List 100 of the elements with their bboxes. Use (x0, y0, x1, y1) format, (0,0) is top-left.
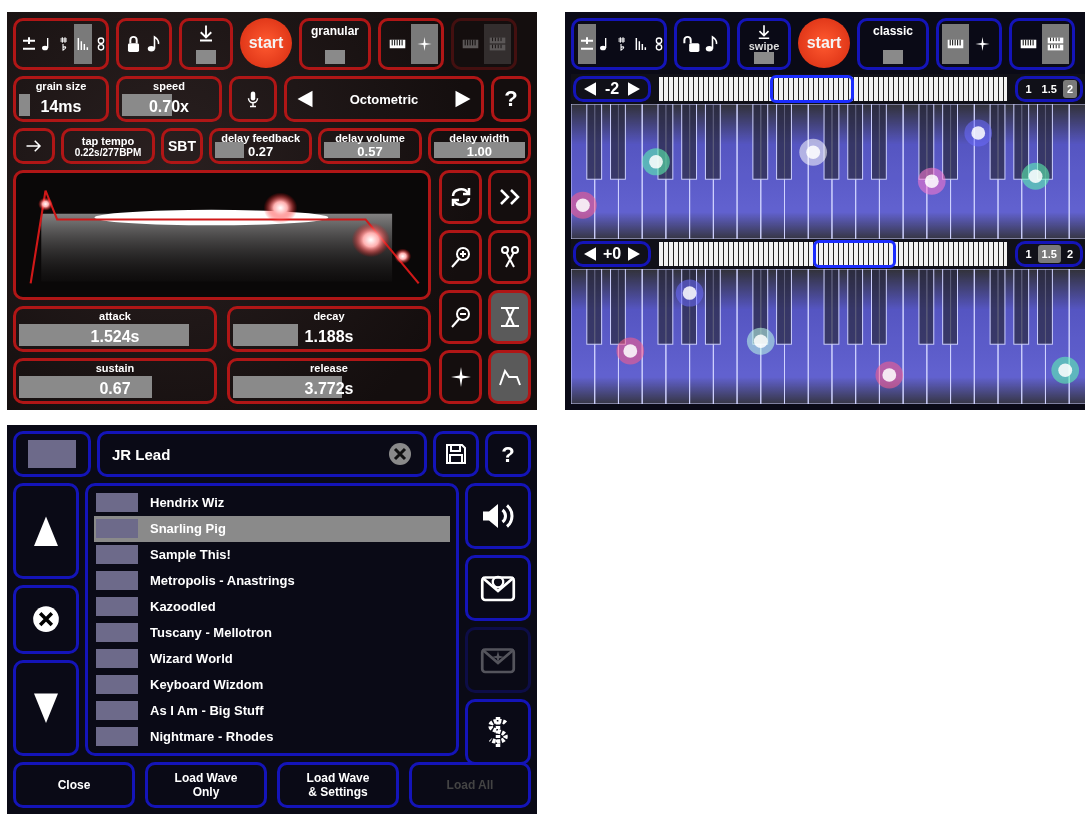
piano-keyboard-drawing[interactable] (571, 104, 1085, 239)
preset-item[interactable]: Sample This! (94, 541, 450, 568)
slider-label: speed (153, 80, 185, 92)
zoom-option[interactable]: 1 (1021, 245, 1036, 263)
save-button[interactable] (433, 431, 479, 477)
thumbnail-placeholder (96, 519, 138, 539)
keyboard-range-slider[interactable] (659, 77, 1008, 101)
help-button[interactable]: ? (491, 76, 531, 122)
left-triangle-icon (295, 88, 315, 110)
tap-tempo-tile[interactable]: tap tempo 0.22s/277BPM (61, 128, 155, 164)
thumbnail-placeholder (96, 648, 138, 668)
slider-value: 0.57 (357, 144, 383, 159)
slider-value: 0.27 (248, 144, 274, 159)
piano-keyboard-drawing[interactable] (571, 269, 1085, 404)
slider-label: sustain (95, 362, 135, 374)
value-slider[interactable]: delay feedback 0.27 (209, 128, 313, 164)
next-button[interactable] (13, 128, 55, 164)
octave-down-button[interactable] (582, 246, 598, 262)
buy-email-button[interactable] (465, 555, 531, 621)
value-slider[interactable]: delay width 1.00 (427, 128, 531, 164)
swipe-switch[interactable] (754, 51, 774, 64)
delete-button[interactable] (13, 585, 79, 654)
clear-button[interactable] (388, 442, 412, 466)
thumbnail-placeholder (96, 571, 138, 591)
preset-item[interactable]: Keyboard Wizdom (94, 671, 450, 698)
zoom-option[interactable]: 2 (1062, 245, 1077, 263)
slider-label: grain size (35, 80, 87, 92)
preset-name-field[interactable]: JR Lead (97, 431, 427, 477)
slider-value: 14ms (40, 98, 82, 116)
trim-button[interactable] (488, 290, 531, 344)
sparkle-mode-button[interactable] (439, 350, 482, 404)
left-triangle-icon (582, 81, 598, 97)
value-slider[interactable]: delay volume 0.57 (318, 128, 422, 164)
zoom-in-button[interactable] (439, 230, 482, 284)
refresh-button[interactable] (439, 170, 482, 224)
slider-label: attack (99, 310, 131, 322)
slider-label: delay volume (335, 132, 405, 144)
next-scale-button[interactable] (453, 88, 473, 110)
preset-name-value: JR Lead (112, 445, 171, 463)
octave-up-button[interactable] (626, 246, 642, 262)
lock-button[interactable] (116, 18, 172, 70)
zoom-option[interactable]: 1 (1021, 80, 1036, 98)
preset-item[interactable]: As I Am - Big Stuff (94, 697, 450, 724)
scroll-up-button[interactable] (13, 483, 79, 580)
scroll-down-button[interactable] (13, 659, 79, 756)
save-icon (444, 442, 468, 466)
cut-button[interactable] (488, 230, 531, 284)
slider-value: 1.00 (466, 144, 492, 159)
sbt-button[interactable]: SBT (161, 128, 203, 164)
zoom-option[interactable]: 2 (1062, 80, 1077, 98)
thumbnail-placeholder (96, 493, 138, 513)
action-button[interactable]: Load Wave & Settings (277, 762, 399, 808)
zoom-out-button[interactable] (439, 290, 482, 344)
double-keyboard-layout-button[interactable] (1042, 24, 1069, 64)
slider-label: decay (313, 310, 345, 322)
value-slider[interactable]: grain size 14ms (13, 76, 109, 122)
tap-tempo-label: tap tempo (81, 134, 135, 147)
thumbnail-placeholder (96, 726, 138, 746)
mode-switch[interactable] (883, 50, 903, 64)
thumbnail-placeholder (96, 623, 138, 642)
zoom-option[interactable]: 1.5 (1037, 245, 1061, 263)
keyboard-range-slider[interactable] (659, 242, 1008, 266)
action-button[interactable]: Load Wave Only (145, 762, 267, 808)
mode-label: classic (872, 24, 913, 38)
swipe-label: swipe (748, 39, 780, 52)
preset-item[interactable]: Nightmare - Rhodes (94, 723, 450, 750)
swipe-switch[interactable] (196, 50, 216, 64)
preset-item[interactable]: Metropolis - Anastrings (94, 567, 450, 594)
value-slider[interactable]: decay 1.188s (227, 306, 431, 352)
lock-button[interactable] (674, 18, 730, 70)
mode-label: granular (311, 24, 359, 38)
forward-button[interactable] (488, 170, 531, 224)
zoom-option[interactable]: 1.5 (1037, 80, 1061, 98)
thumbnail-placeholder (96, 674, 138, 694)
value-slider[interactable]: attack 1.524s (13, 306, 217, 352)
action-button[interactable]: Close (13, 762, 135, 808)
right-triangle-icon (453, 88, 473, 110)
mode-switch[interactable] (325, 50, 345, 64)
preset-item[interactable]: Kazoodled (94, 593, 450, 620)
microphone-button[interactable] (229, 76, 277, 122)
share-sound-button[interactable] (465, 483, 531, 549)
help-button[interactable]: ? (485, 431, 531, 477)
preset-item[interactable]: Hendrix Wiz (94, 490, 450, 516)
slider-label: delay width (449, 132, 510, 144)
zoom-out-icon (448, 305, 473, 329)
slider-value: 0.67 (99, 380, 131, 398)
tap-tempo-value: 0.22s/277BPM (74, 146, 142, 158)
thumbnail-placeholder (96, 597, 138, 617)
slider-label: delay feedback (221, 132, 301, 144)
store-button[interactable] (465, 699, 531, 765)
slider-value: 1.188s (304, 328, 354, 346)
preset-item[interactable]: Tuscany - Mellotron (94, 619, 450, 646)
left-triangle-icon (582, 246, 598, 262)
octave-down-button[interactable] (582, 81, 598, 97)
preset-item[interactable]: Wizard World (94, 645, 450, 672)
envelope-mode-button[interactable] (488, 350, 531, 404)
value-slider[interactable]: sustain 0.67 (13, 358, 217, 404)
scale-name: Octometric (349, 91, 419, 107)
previous-scale-button[interactable] (295, 88, 315, 110)
octave-up-button[interactable] (626, 81, 642, 97)
